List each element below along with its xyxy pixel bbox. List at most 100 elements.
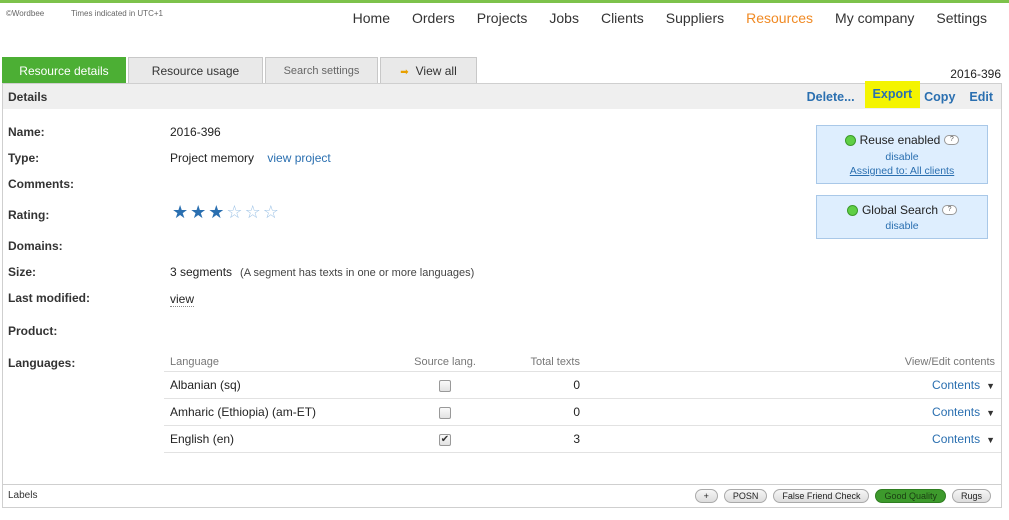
label-chip-good-quality[interactable]: Good Quality <box>875 489 946 503</box>
label-chip-rugs[interactable]: Rugs <box>951 489 991 503</box>
panel-actions: Delete... Export Copy Edit <box>797 81 993 109</box>
star-empty-icon[interactable]: ☆ <box>263 202 281 222</box>
source-lang-checkbox[interactable] <box>439 379 451 392</box>
assigned-to-link[interactable]: Assigned to: All clients <box>817 165 987 177</box>
global-search-label: Global Search <box>861 203 939 217</box>
view-project-link[interactable]: view project <box>267 151 330 165</box>
nav-projects[interactable]: Projects <box>477 10 528 26</box>
source-lang-checkbox[interactable] <box>439 406 451 419</box>
label-chip-false-friend-check[interactable]: False Friend Check <box>773 489 870 503</box>
global-search-box: Global Search ? disable <box>816 195 988 239</box>
type-value-row: Project memory view project <box>170 151 331 165</box>
star-empty-icon[interactable]: ☆ <box>226 202 244 222</box>
contents-cell: Contents ▼ <box>580 432 1001 446</box>
nav-clients[interactable]: Clients <box>601 10 644 26</box>
tab-view-all[interactable]: ➡ View all <box>380 57 477 83</box>
last-modified-label: Last modified: <box>8 291 91 305</box>
last-modified-row: view <box>170 292 195 307</box>
nav-my-company[interactable]: My company <box>835 10 914 26</box>
total-texts: 0 <box>573 405 580 419</box>
copy-link[interactable]: Copy <box>924 90 955 104</box>
arrow-right-icon: ➡ <box>400 67 409 78</box>
caret-down-icon[interactable]: ▼ <box>986 435 995 445</box>
label-chip-posn[interactable]: POSN <box>723 489 768 503</box>
rating-stars[interactable]: ★★★☆☆☆ <box>172 202 281 223</box>
reuse-disable-link[interactable]: disable <box>817 151 987 163</box>
contents-link[interactable]: Contents <box>932 378 980 392</box>
reuse-status-row: Reuse enabled ? <box>817 133 987 147</box>
col-language: Language <box>170 355 219 368</box>
languages-table-header: Language Source lang. Total texts View/E… <box>164 352 1001 372</box>
details-panel: Details Delete... Export Copy Edit Name:… <box>2 81 1002 508</box>
last-modified-view-link[interactable]: view <box>170 292 195 307</box>
nav-home[interactable]: Home <box>353 10 390 26</box>
contents-cell: Contents ▼ <box>580 378 1001 392</box>
resource-id-header: 2016-396 <box>950 67 1001 81</box>
language-name: English (en) <box>170 432 235 446</box>
language-name: Albanian (sq) <box>170 378 241 392</box>
source-lang-checkbox-checked[interactable]: ✔ <box>439 433 451 446</box>
add-label-chip[interactable]: + <box>694 489 718 503</box>
star-empty-icon[interactable]: ☆ <box>245 202 263 222</box>
star-filled-icon[interactable]: ★ <box>172 202 190 222</box>
labels-title: Labels <box>8 490 38 501</box>
col-source: Source lang. <box>414 355 476 368</box>
top-accent-bar <box>0 0 1009 3</box>
name-value: 2016-396 <box>170 125 221 139</box>
total-texts: 3 <box>573 432 580 446</box>
comments-label: Comments: <box>8 177 75 191</box>
nav-jobs[interactable]: Jobs <box>549 10 579 26</box>
type-value: Project memory <box>170 151 255 165</box>
export-link[interactable]: Export <box>864 81 921 108</box>
caret-down-icon[interactable]: ▼ <box>986 381 995 391</box>
type-label: Type: <box>8 151 40 165</box>
table-row: Albanian (sq) 0 Contents ▼ <box>164 372 1001 399</box>
nav-suppliers[interactable]: Suppliers <box>666 10 724 26</box>
labels-footer: Labels + POSN False Friend Check Good Qu… <box>3 484 1001 507</box>
language-name: Amharic (Ethiopia) (am-ET) <box>170 405 317 419</box>
reuse-label: Reuse enabled <box>859 133 941 147</box>
rating-label: Rating: <box>8 208 50 222</box>
languages-table: Language Source lang. Total texts View/E… <box>164 352 1001 453</box>
star-filled-icon[interactable]: ★ <box>190 202 208 222</box>
star-filled-icon[interactable]: ★ <box>208 202 226 222</box>
table-row: Amharic (Ethiopia) (am-ET) 0 Contents ▼ <box>164 399 1001 426</box>
global-search-disable-link[interactable]: disable <box>817 220 987 232</box>
contents-link[interactable]: Contents <box>932 405 980 419</box>
reuse-box: Reuse enabled ? disable Assigned to: All… <box>816 125 988 184</box>
panel-title: Details <box>8 90 48 104</box>
nav-resources[interactable]: Resources <box>746 10 813 26</box>
col-total: Total texts <box>530 355 580 368</box>
help-icon[interactable]: ? <box>944 135 960 145</box>
delete-link[interactable]: Delete... <box>807 90 855 104</box>
product-label: Product: <box>8 324 58 338</box>
name-label: Name: <box>8 125 45 139</box>
contents-link[interactable]: Contents <box>932 432 980 446</box>
domains-label: Domains: <box>8 239 63 253</box>
tab-resource-usage[interactable]: Resource usage <box>128 57 263 83</box>
size-value-row: 3 segments (A segment has texts in one or… <box>170 265 474 279</box>
resource-tabs: Resource details Resource usage Search s… <box>2 57 479 83</box>
total-texts: 0 <box>573 378 580 392</box>
global-search-status-row: Global Search ? <box>817 203 987 217</box>
edit-link[interactable]: Edit <box>969 90 993 104</box>
tab-search-settings[interactable]: Search settings <box>265 57 378 83</box>
caret-down-icon[interactable]: ▼ <box>986 408 995 418</box>
tab-resource-details[interactable]: Resource details <box>2 57 126 83</box>
col-view-edit: View/Edit contents <box>904 355 995 368</box>
size-value: 3 segments <box>170 265 233 279</box>
source-lang-cell <box>400 378 490 392</box>
nav-settings[interactable]: Settings <box>936 10 987 26</box>
help-icon[interactable]: ? <box>942 205 958 215</box>
nav-orders[interactable]: Orders <box>412 10 455 26</box>
brand-copyright: ©Wordbee <box>6 9 45 18</box>
languages-label: Languages: <box>8 356 76 370</box>
tab-view-all-label: View all <box>415 64 457 78</box>
panel-header: Details Delete... Export Copy Edit <box>3 81 1001 109</box>
main-nav: Home Orders Projects Jobs Clients Suppli… <box>331 10 987 26</box>
table-row: English (en) ✔ 3 Contents ▼ <box>164 426 1001 453</box>
source-lang-cell <box>400 405 490 419</box>
label-chips: + POSN False Friend Check Good Quality R… <box>694 489 991 503</box>
timezone-note: Times indicated in UTC+1 <box>71 9 163 18</box>
source-lang-cell: ✔ <box>400 432 490 446</box>
